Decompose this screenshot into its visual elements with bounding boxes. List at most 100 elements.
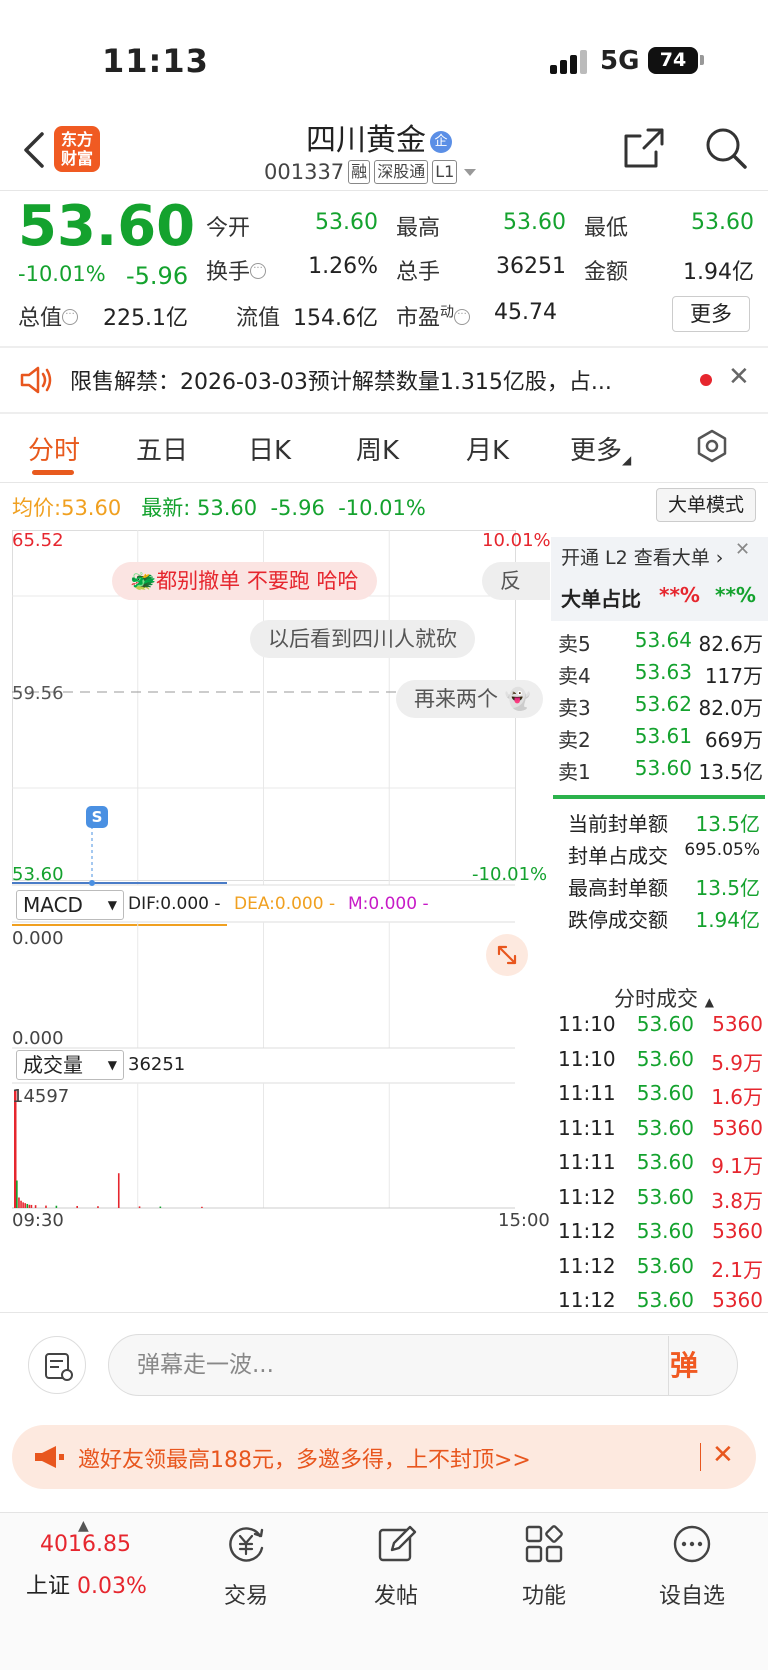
high-value: 53.60 xyxy=(503,210,566,235)
signal-icon xyxy=(550,50,588,74)
nav-trade[interactable]: 交易 xyxy=(186,1578,306,1610)
order-book-row: 卖4 53.63 117万 xyxy=(558,660,763,689)
high-label: 最高 xyxy=(396,216,441,241)
tab-week-k[interactable]: 周K xyxy=(356,430,399,467)
settings-icon[interactable] xyxy=(694,428,730,464)
dropdown-icon[interactable] xyxy=(461,166,479,178)
volume-selector[interactable]: 成交量 ▼ xyxy=(16,1050,124,1080)
intraday-chart[interactable]: 65.52 10.01% 59.56 53.60 -10.01% S 🐲都别撤单… xyxy=(12,530,551,1285)
clock: 11:13 xyxy=(102,42,209,80)
open-label: 今开 xyxy=(206,216,251,241)
seal-label: 最高封单额 xyxy=(568,876,668,900)
order-book-row: 卖3 53.62 82.0万 xyxy=(558,692,763,721)
danmu-list-button[interactable] xyxy=(28,1336,86,1394)
volume-total: 36251 xyxy=(128,1054,186,1075)
change-amount: -5.96 xyxy=(126,262,189,290)
l2-title: 开通 L2 查看大单 › xyxy=(561,547,724,569)
pe-label[interactable]: 市盈动 ··· xyxy=(396,300,471,332)
seal-value: 13.5亿 xyxy=(695,812,760,836)
expand-icon[interactable] xyxy=(486,934,528,976)
danmu-bubble[interactable]: 🐲都别撤单 不要跑 哈哈 xyxy=(112,562,377,600)
trade-row: 11:12 53.60 5360 xyxy=(558,1219,763,1243)
big-order-mode-button[interactable]: 大单模式 xyxy=(656,488,756,522)
close-icon[interactable]: ✕ xyxy=(735,539,750,560)
trade-volume: 9.1万 xyxy=(711,1154,763,1178)
volume-bar xyxy=(20,1200,22,1208)
tab-day-k[interactable]: 日K xyxy=(248,430,291,467)
big-order-ratio-sell: **% xyxy=(715,583,756,607)
invite-text: 邀好友领最高188元，多邀多得，上不封顶>> xyxy=(78,1448,531,1473)
turnover-label[interactable]: 换手 ··· xyxy=(206,254,267,286)
volume-bar xyxy=(138,1206,141,1208)
l2-banner[interactable]: 开通 L2 查看大单 › ✕ 大单占比 **% **% xyxy=(551,537,768,621)
danmu-bubble[interactable]: 再来两个 👻 xyxy=(396,680,543,718)
pe-value: 45.74 xyxy=(494,300,557,325)
share-icon[interactable] xyxy=(622,126,666,170)
low-label: 最低 xyxy=(584,216,629,241)
back-icon[interactable] xyxy=(20,130,50,170)
nav-add-watchlist[interactable]: 设自选 xyxy=(632,1578,752,1610)
trade-volume: 5360 xyxy=(712,1012,763,1036)
danmu-send-button[interactable]: 弹 xyxy=(670,1344,698,1384)
stock-name: 四川黄金 xyxy=(306,123,426,158)
stock-subtitle[interactable]: 001337 融 深股通 L1 xyxy=(264,160,479,184)
info-dots-icon[interactable]: ··· xyxy=(250,262,267,279)
tab-five-day[interactable]: 五日 xyxy=(136,430,188,467)
nav-post[interactable]: 发帖 xyxy=(336,1578,456,1610)
tab-more[interactable]: 更多◢ xyxy=(570,430,631,467)
app-logo[interactable]: 东方财富 xyxy=(54,126,100,172)
close-icon[interactable]: ✕ xyxy=(712,1440,734,1470)
nav-functions[interactable]: 功能 xyxy=(484,1578,604,1610)
trade-time: 11:12 xyxy=(558,1253,616,1278)
more-button[interactable]: 更多 xyxy=(672,296,750,332)
trade-time: 11:12 xyxy=(558,1219,616,1243)
trade-icon[interactable] xyxy=(224,1522,268,1566)
danmu-bubble[interactable]: 反 xyxy=(482,562,550,600)
invite-banner[interactable]: 邀好友领最高188元，多邀多得，上不封顶>> xyxy=(12,1425,756,1489)
market-cap-label[interactable]: 总值 ··· xyxy=(18,300,79,332)
volume-value: 36251 xyxy=(496,254,566,279)
info-dots-icon[interactable]: ··· xyxy=(62,308,79,325)
tab-intraday[interactable]: 分时 xyxy=(28,430,80,467)
notice-bar[interactable]: 限售解禁：2026-03-03预计解禁数量1.315亿股，占... xyxy=(0,348,768,412)
marker-point xyxy=(89,880,95,886)
speaker-icon xyxy=(20,366,52,394)
tab-month-k[interactable]: 月K xyxy=(466,430,509,467)
danmu-input[interactable]: 弹幕走一波... xyxy=(108,1334,738,1396)
watchlist-icon[interactable] xyxy=(670,1522,714,1566)
seal-row: 跌停成交额 1.94亿 xyxy=(568,904,760,933)
danmu-bubble[interactable]: 以后看到四川人就砍 xyxy=(250,620,475,658)
trade-row: 11:10 53.60 5.9万 xyxy=(558,1047,763,1076)
info-dots-icon[interactable]: ··· xyxy=(454,308,471,325)
post-icon[interactable] xyxy=(374,1522,418,1566)
stock-title[interactable]: 四川黄金企 xyxy=(306,115,452,159)
trade-time: 11:11 xyxy=(558,1115,616,1140)
trade-price: 53.60 xyxy=(636,1288,694,1312)
ask-level: 卖2 xyxy=(558,728,591,752)
current-price: 53.60 xyxy=(18,194,196,259)
trades-header[interactable]: 分时成交 ▲ xyxy=(614,983,714,1013)
macd-m: M:0.000 - xyxy=(348,894,429,914)
macd-selector[interactable]: MACD ▼ xyxy=(16,890,124,920)
volume-bar xyxy=(18,1197,20,1208)
trade-time: 11:10 xyxy=(558,1012,616,1036)
search-icon[interactable] xyxy=(704,126,748,170)
trade-price: 53.60 xyxy=(636,1081,694,1105)
index-value[interactable]: 4016.85 xyxy=(40,1532,131,1557)
ask-volume: 82.6万 xyxy=(698,632,763,656)
network-label: 5G xyxy=(600,46,640,76)
seal-label: 跌停成交额 xyxy=(568,908,668,932)
ask-volume: 82.0万 xyxy=(698,696,763,720)
ask-volume: 13.5亿 xyxy=(698,760,763,784)
index-ticker[interactable]: 上证 0.03% xyxy=(26,1568,147,1600)
functions-icon[interactable] xyxy=(522,1522,566,1566)
ask-price: 53.62 xyxy=(634,692,692,716)
trade-volume: 3.8万 xyxy=(711,1188,763,1213)
ask-level: 卖1 xyxy=(558,760,591,784)
close-icon[interactable]: ✕ xyxy=(728,362,750,392)
macd-dea: DEA:0.000 - xyxy=(234,894,336,914)
sell-marker[interactable]: S xyxy=(86,806,108,828)
trade-price: 53.60 xyxy=(636,1184,694,1209)
y-min-label: 53.60 xyxy=(12,864,64,885)
trade-row: 11:12 53.60 5360 xyxy=(558,1288,763,1312)
